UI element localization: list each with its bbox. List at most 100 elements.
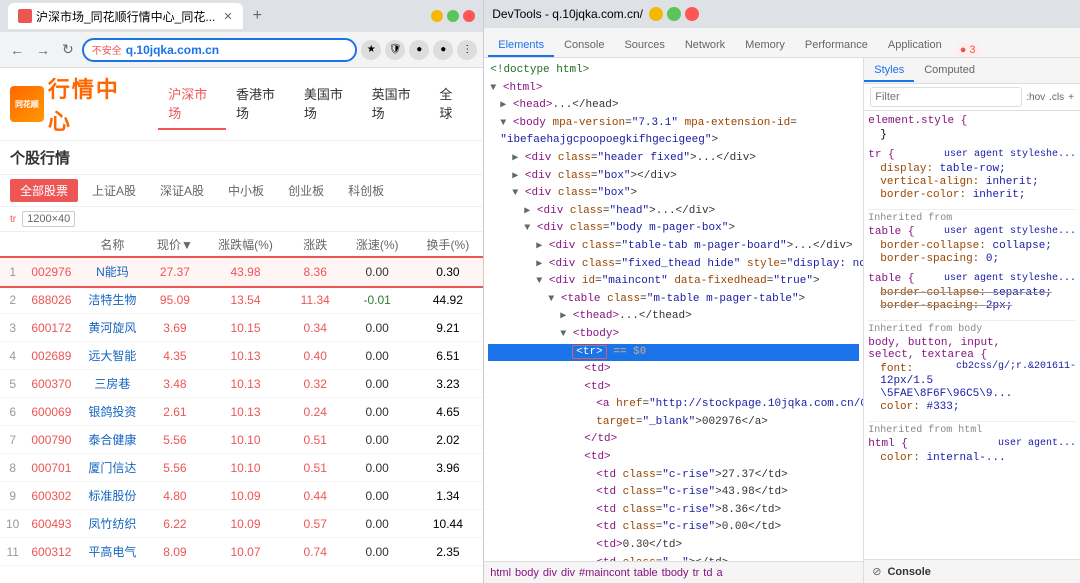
back-btn[interactable]: ←: [6, 38, 28, 62]
cell-num: 4: [0, 342, 25, 370]
col-header-change[interactable]: 涨跌: [289, 232, 342, 258]
extension-icon1[interactable]: 🛡: [385, 40, 405, 60]
cell-code[interactable]: 600312: [25, 538, 77, 566]
col-header-turnover[interactable]: 换手(%): [413, 232, 484, 258]
dt-tab-memory[interactable]: Memory: [735, 35, 795, 57]
cell-code[interactable]: 002976: [25, 258, 77, 286]
inherited-label: Inherited from: [868, 209, 1076, 224]
table-row[interactable]: 11 600312 平高电气 8.09 10.07 0.74 0.00 2.35: [0, 538, 483, 566]
cell-code[interactable]: 688026: [25, 286, 77, 314]
filter-plus-btn[interactable]: +: [1068, 92, 1074, 103]
tab-shanghai-a[interactable]: 上证A股: [82, 179, 146, 202]
table-row[interactable]: 3 600172 黄河旋风 3.69 10.15 0.34 0.00 9.21: [0, 314, 483, 342]
table-row[interactable]: 8 000701 厦门信达 5.56 10.10 0.51 0.00 3.96: [0, 454, 483, 482]
cell-name[interactable]: 平高电气: [77, 538, 147, 566]
dt-maximize-btn[interactable]: [667, 7, 681, 21]
table-row[interactable]: 1 002976 N能玛 27.37 43.98 8.36 0.00 0.30: [0, 258, 483, 286]
table-row[interactable]: 10 600493 凤竹纺织 6.22 10.09 0.57 0.00 10.4…: [0, 510, 483, 538]
minimize-btn[interactable]: [431, 10, 443, 22]
dt-tab-application[interactable]: Application: [878, 35, 952, 57]
tab-star[interactable]: 科创板: [338, 179, 394, 202]
col-header-speed[interactable]: 涨速(%): [342, 232, 413, 258]
html-tree[interactable]: <!doctype html> ▼ <html> ▶ <head>...</he…: [484, 58, 863, 561]
table-row[interactable]: 4 002689 远大智能 4.35 10.13 0.40 0.00 6.51: [0, 342, 483, 370]
cell-name[interactable]: 泰合健康: [77, 426, 147, 454]
dt-tab-network[interactable]: Network: [675, 35, 735, 57]
breadcrumb-body[interactable]: body: [515, 567, 539, 579]
styles-filter-input[interactable]: [870, 87, 1022, 107]
breadcrumb-div1[interactable]: div: [543, 567, 557, 579]
cell-name[interactable]: 远大智能: [77, 342, 147, 370]
tab-close-btn[interactable]: ✕: [223, 10, 232, 23]
cell-name[interactable]: 银鸽投资: [77, 398, 147, 426]
nav-item-hongkong[interactable]: 香港市场: [226, 78, 294, 130]
cell-code[interactable]: 000701: [25, 454, 77, 482]
browser-tab[interactable]: 沪深市场_同花顺行情中心_同花... ✕: [8, 3, 243, 29]
breadcrumb-table[interactable]: table: [634, 567, 658, 579]
cell-name[interactable]: 凤竹纺织: [77, 510, 147, 538]
console-label[interactable]: Console: [887, 566, 930, 578]
tab-shenzhen-a[interactable]: 深证A股: [150, 179, 214, 202]
cell-code[interactable]: 000790: [25, 426, 77, 454]
cell-code[interactable]: 600493: [25, 510, 77, 538]
size-badge: 1200×40: [22, 211, 75, 227]
html-selected-tr[interactable]: <tr> == $0: [488, 344, 859, 362]
table-row[interactable]: 5 600370 三房巷 3.48 10.13 0.32 0.00 3.23: [0, 370, 483, 398]
maximize-btn[interactable]: [447, 10, 459, 22]
table-row[interactable]: 6 600069 银鸽投资 2.61 10.13 0.24 0.00 4.65: [0, 398, 483, 426]
cell-name[interactable]: 三房巷: [77, 370, 147, 398]
dt-tab-elements[interactable]: Elements: [488, 35, 554, 57]
bookmark-icon[interactable]: ★: [361, 40, 381, 60]
dt-close-btn[interactable]: [685, 7, 699, 21]
cell-name[interactable]: 洁特生物: [77, 286, 147, 314]
nav-item-uk[interactable]: 英国市场: [362, 78, 430, 130]
nav-item-us[interactable]: 美国市场: [294, 78, 362, 130]
cell-name[interactable]: 黄河旋风: [77, 314, 147, 342]
refresh-btn[interactable]: ↻: [58, 37, 78, 62]
new-tab-btn[interactable]: +: [249, 7, 266, 25]
col-header-name[interactable]: 名称: [77, 232, 147, 258]
breadcrumb-html[interactable]: html: [490, 567, 511, 579]
nav-item-global[interactable]: 全球: [429, 78, 473, 130]
tab-small-mid[interactable]: 中小板: [218, 179, 274, 202]
dt-minimize-btn[interactable]: [649, 7, 663, 21]
breadcrumb-tbody[interactable]: tbody: [662, 567, 689, 579]
tab-chinext[interactable]: 创业板: [278, 179, 334, 202]
breadcrumb-div2[interactable]: div: [561, 567, 575, 579]
cell-code[interactable]: 600172: [25, 314, 77, 342]
table-row[interactable]: 2 688026 洁特生物 95.09 13.54 11.34 -0.01 44…: [0, 286, 483, 314]
cell-code[interactable]: 002689: [25, 342, 77, 370]
col-header-change-pct[interactable]: 涨跌幅(%): [202, 232, 288, 258]
cell-name[interactable]: N能玛: [77, 258, 147, 286]
breadcrumb-td[interactable]: td: [703, 567, 712, 579]
cell-turnover: 1.34: [413, 482, 484, 510]
extension-icon2[interactable]: ●: [409, 40, 429, 60]
cell-code[interactable]: 600069: [25, 398, 77, 426]
cell-code[interactable]: 600302: [25, 482, 77, 510]
address-bar[interactable]: 不安全 q.10jqka.com.cn: [82, 38, 358, 62]
styles-tab-computed[interactable]: Computed: [914, 60, 985, 82]
styles-tab-styles[interactable]: Styles: [864, 60, 914, 82]
table-row[interactable]: 7 000790 泰合健康 5.56 10.10 0.51 0.00 2.02: [0, 426, 483, 454]
dt-tab-console[interactable]: Console: [554, 35, 614, 57]
close-btn[interactable]: [463, 10, 475, 22]
menu-btn[interactable]: ⋮: [457, 40, 477, 60]
table-row[interactable]: 9 600302 标准股份 4.80 10.09 0.44 0.00 1.34: [0, 482, 483, 510]
breadcrumb-tr[interactable]: tr: [693, 567, 700, 579]
cell-name[interactable]: 标准股份: [77, 482, 147, 510]
dt-tab-performance[interactable]: Performance: [795, 35, 878, 57]
page-subtitle: 个股行情: [0, 141, 483, 175]
breadcrumb-maincont[interactable]: #maincont: [579, 567, 630, 579]
devtools-controls: [649, 7, 699, 21]
tab-all-stocks[interactable]: 全部股票: [10, 179, 78, 202]
forward-btn[interactable]: →: [32, 38, 54, 62]
col-header-price[interactable]: 现价▼: [147, 232, 202, 258]
filter-hov-btn[interactable]: :hov: [1026, 92, 1045, 103]
extension-icon3[interactable]: ●: [433, 40, 453, 60]
cell-name[interactable]: 厦门信达: [77, 454, 147, 482]
filter-cls-btn[interactable]: .cls: [1049, 92, 1064, 103]
nav-item-hushen[interactable]: 沪深市场: [158, 78, 226, 130]
cell-code[interactable]: 600370: [25, 370, 77, 398]
breadcrumb-a[interactable]: a: [716, 567, 722, 579]
dt-tab-sources[interactable]: Sources: [614, 35, 674, 57]
